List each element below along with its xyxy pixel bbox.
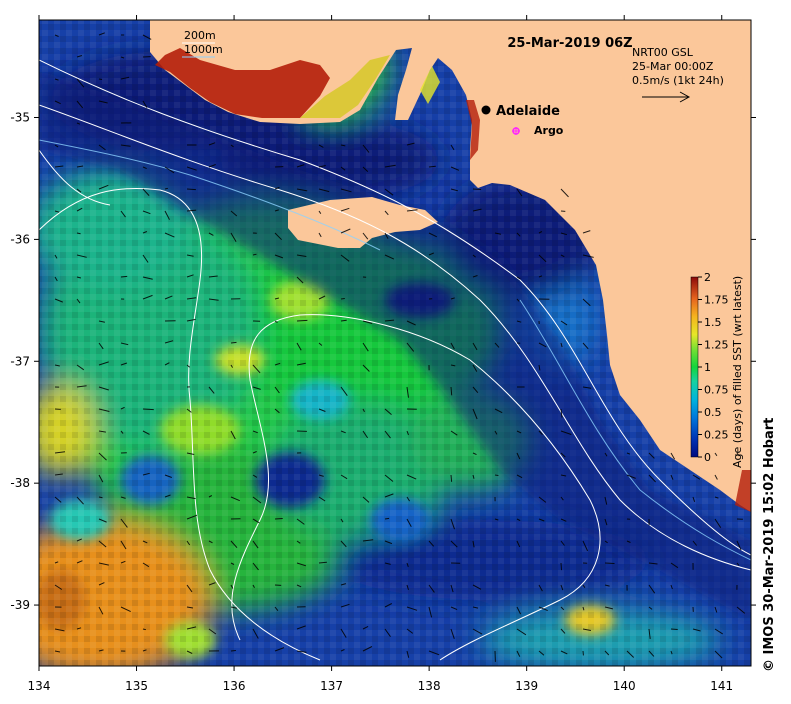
- x-tick-label: 139: [515, 679, 538, 693]
- x-tick-label: 138: [418, 679, 441, 693]
- y-tick-label: -39: [10, 598, 30, 612]
- bathy-legend-200m: 200m: [184, 29, 216, 42]
- imos-credit: © IMOS 30-Mar-2019 15:02 Hobart: [762, 418, 777, 672]
- place-argo: Argo: [534, 124, 564, 137]
- map-canvas: 134 135 136 137 138 139 140 141 -35 -36 -37 -38 -39…: [0, 0, 791, 700]
- bathy-legend-1000m: 1000m: [184, 43, 223, 56]
- y-tick-label: -38: [10, 476, 30, 490]
- colorbar: [691, 277, 698, 457]
- colorbar-tick-label: 1.75: [704, 294, 729, 307]
- x-tick-label: 136: [223, 679, 246, 693]
- colorbar-tick-label: 1: [704, 361, 711, 374]
- colorbar-tick-label: 1.25: [704, 339, 729, 352]
- x-tick-label: 141: [710, 679, 733, 693]
- sst-age-field: [0, 20, 751, 680]
- colorbar-tick-label: 0: [704, 451, 711, 464]
- y-tick-label: -36: [10, 232, 30, 246]
- colorbar-title: Age (days) of filled SST (wrt latest): [731, 276, 744, 468]
- product-line-3: 0.5m/s (1kt 24h): [632, 74, 724, 87]
- colorbar-tick-label: 2: [704, 271, 711, 284]
- place-adelaide: Adelaide: [496, 104, 560, 119]
- colorbar-tick-label: 0.5: [704, 406, 722, 419]
- y-tick-label: -35: [10, 111, 30, 125]
- sst-age-map: 134 135 136 137 138 139 140 141 -35 -36 -37 -38 -39…: [0, 0, 791, 700]
- y-tick-label: -37: [10, 354, 30, 368]
- colorbar-tick-label: 0.25: [704, 429, 729, 442]
- product-line-2: 25-Mar 00:00Z: [632, 60, 714, 73]
- map-title: 25-Mar-2019 06Z: [507, 36, 632, 51]
- x-tick-label: 137: [320, 679, 343, 693]
- adelaide-marker-icon: [482, 106, 491, 115]
- colorbar-tick-label: 0.75: [704, 384, 729, 397]
- x-tick-label: 134: [28, 679, 51, 693]
- product-line-1: NRT00 GSL: [632, 46, 694, 59]
- x-tick-label: 135: [125, 679, 148, 693]
- colorbar-tick-label: 1.5: [704, 316, 722, 329]
- x-tick-label: 140: [613, 679, 636, 693]
